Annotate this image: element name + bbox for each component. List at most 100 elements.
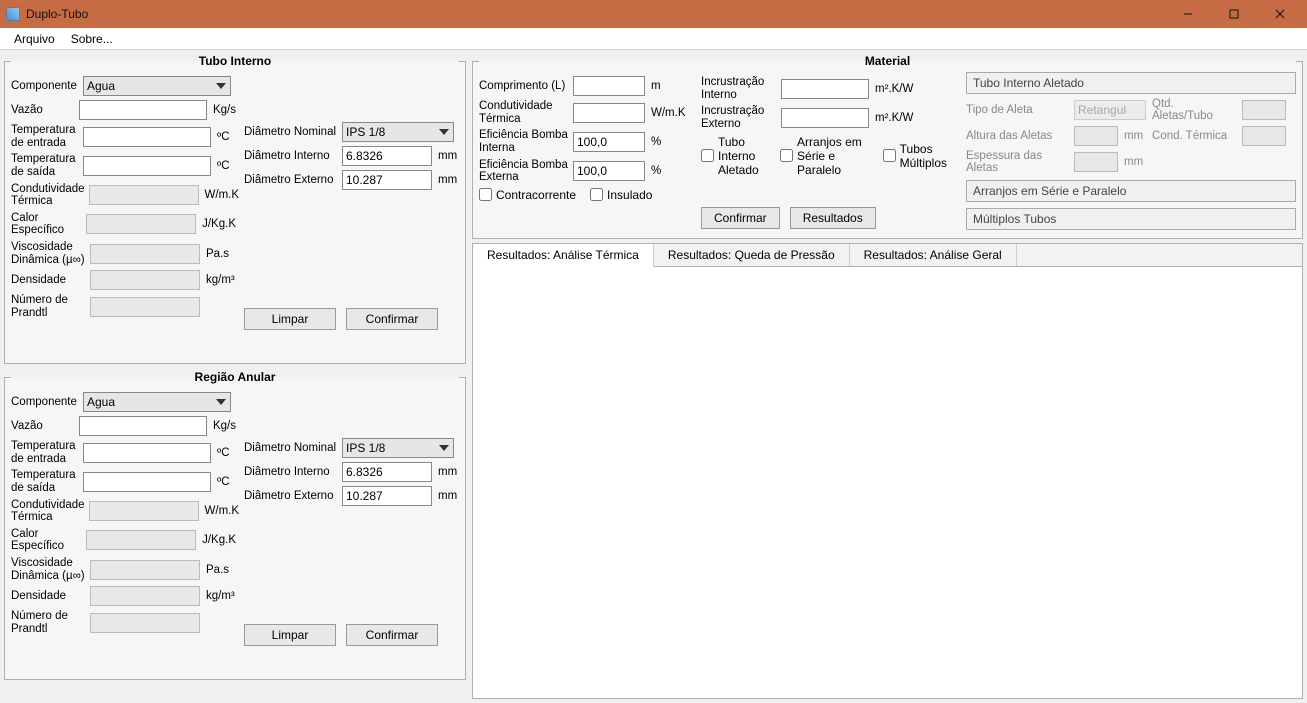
fieldset-regiao-anular: Região Anular Componente Agua Vazão Kg/s… (4, 370, 466, 680)
window-title: Duplo-Tubo (26, 7, 1165, 21)
ra-temp-saida-label: Temperatura de saída (11, 469, 79, 494)
mat-incr-ext-input[interactable] (781, 108, 869, 128)
chk-arranjos[interactable]: Arranjos em Série e Paralelo (780, 135, 875, 177)
mat-cond-term-label: Condutividade Térmica (479, 100, 569, 125)
tab-queda-pressao[interactable]: Resultados: Queda de Pressão (654, 244, 850, 266)
chk-tubos-mult[interactable]: Tubos Múltiplos (883, 142, 947, 170)
ti-prandtl-input (90, 297, 200, 317)
ti-dens-unit: kg/m³ (206, 274, 235, 286)
ra-diam-ext-unit: mm (438, 490, 457, 502)
ti-diam-nom-label: Diâmetro Nominal (244, 126, 338, 139)
mat-incr-ext-unit: m².K/W (875, 112, 913, 124)
ra-dens-input (90, 586, 200, 606)
ti-vazao-input[interactable] (79, 100, 207, 120)
ti-calor-esp-unit: J/Kg.K (202, 218, 236, 230)
ti-confirmar-button[interactable]: Confirmar (346, 308, 438, 330)
fin-tipo-label: Tipo de Aleta (966, 104, 1068, 116)
ra-visc-din-unit: Pa.s (206, 564, 229, 576)
ti-vazao-unit: Kg/s (213, 104, 236, 116)
menubar: Arquivo Sobre... (0, 28, 1307, 50)
ti-diam-int-label: Diâmetro Interno (244, 150, 338, 163)
chk-insulado[interactable]: Insulado (590, 188, 652, 202)
ti-visc-din-input (90, 244, 200, 264)
tab-analise-termica[interactable]: Resultados: Análise Térmica (473, 244, 654, 267)
mat-resultados-button[interactable]: Resultados (790, 207, 876, 229)
window-titlebar: Duplo-Tubo (0, 0, 1307, 28)
ti-visc-din-label: Viscosidade Dinâmica (µ∞) (11, 241, 86, 266)
ra-diam-int-label: Diâmetro Interno (244, 466, 338, 479)
ra-dens-label: Densidade (11, 590, 86, 603)
menu-arquivo[interactable]: Arquivo (6, 30, 63, 48)
mat-incr-int-input[interactable] (781, 79, 869, 99)
mat-cond-term-unit: W/m.K (651, 107, 686, 119)
ti-visc-din-unit: Pa.s (206, 248, 229, 260)
fieldset-tubo-interno: Tubo Interno Componente Agua Vazão Kg/s … (4, 54, 466, 364)
fin-altura-unit: mm (1124, 130, 1146, 142)
mat-confirmar-button[interactable]: Confirmar (701, 207, 780, 229)
ra-cond-term-unit: W/m.K (205, 505, 240, 517)
menu-sobre[interactable]: Sobre... (63, 30, 121, 48)
box-arranjos: Arranjos em Série e Paralelo (966, 180, 1296, 202)
tab-analise-geral[interactable]: Resultados: Análise Geral (850, 244, 1017, 266)
chk-contracorrente[interactable]: Contracorrente (479, 188, 576, 202)
ra-diam-int-unit: mm (438, 466, 457, 478)
ra-componente-select[interactable]: Agua (83, 392, 231, 412)
mat-comprimento-input[interactable] (573, 76, 645, 96)
ti-diam-ext-unit: mm (438, 174, 457, 186)
legend-regiao-anular: Região Anular (11, 370, 459, 384)
ti-vazao-label: Vazão (11, 104, 75, 117)
ti-dens-label: Densidade (11, 274, 86, 287)
box-tubo-aletado: Tubo Interno Aletado (966, 72, 1296, 94)
ra-limpar-button[interactable]: Limpar (244, 624, 336, 646)
mat-ef-bomba-int-label: Eficiência Bomba Interna (479, 129, 569, 154)
mat-ef-bomba-ext-label: Eficiência Bomba Externa (479, 159, 569, 184)
ti-cond-term-input (89, 185, 199, 205)
ra-visc-din-label: Viscosidade Dinâmica (µ∞) (11, 557, 86, 582)
ra-temp-saida-unit: ºC (217, 476, 230, 488)
app-icon (6, 7, 20, 21)
ra-visc-din-input (90, 560, 200, 580)
ra-vazao-input[interactable] (79, 416, 207, 436)
ra-temp-saida-input[interactable] (83, 472, 211, 492)
mat-ef-bomba-int-input[interactable] (573, 132, 645, 152)
ti-temp-entrada-input[interactable] (83, 127, 211, 147)
minimize-button[interactable] (1165, 0, 1211, 28)
ra-prandtl-input (90, 613, 200, 633)
ti-diam-ext-input[interactable] (342, 170, 432, 190)
ti-dens-input (90, 270, 200, 290)
ti-temp-saida-input[interactable] (83, 156, 211, 176)
ra-calor-esp-input (86, 530, 196, 550)
ti-componente-select[interactable]: Agua (83, 76, 231, 96)
ra-diam-nom-select[interactable]: IPS 1/8 (342, 438, 454, 458)
close-button[interactable] (1257, 0, 1303, 28)
ra-diam-ext-input[interactable] (342, 486, 432, 506)
ra-componente-label: Componente (11, 396, 79, 409)
maximize-button[interactable] (1211, 0, 1257, 28)
ra-calor-esp-label: Calor Específico (11, 528, 82, 553)
ti-limpar-button[interactable]: Limpar (244, 308, 336, 330)
ti-prandtl-label: Número de Prandtl (11, 294, 86, 319)
ti-cond-term-label: Condutividade Térmica (11, 183, 85, 208)
legend-material: Material (479, 54, 1296, 68)
ra-temp-entrada-input[interactable] (83, 443, 211, 463)
ti-temp-entrada-label: Temperatura de entrada (11, 124, 79, 149)
ra-prandtl-label: Número de Prandtl (11, 610, 86, 635)
ra-confirmar-button[interactable]: Confirmar (346, 624, 438, 646)
ti-cond-term-unit: W/m.K (205, 189, 240, 201)
ti-calor-esp-label: Calor Específico (11, 212, 82, 237)
chk-tubo-aletado[interactable]: Tubo Interno Aletado (701, 135, 772, 177)
ra-calor-esp-unit: J/Kg.K (202, 534, 236, 546)
ti-diam-int-unit: mm (438, 150, 457, 162)
ti-diam-int-input[interactable] (342, 146, 432, 166)
ra-temp-entrada-label: Temperatura de entrada (11, 440, 79, 465)
mat-ef-bomba-ext-input[interactable] (573, 161, 645, 181)
ra-cond-term-input (89, 501, 199, 521)
ti-temp-saida-label: Temperatura de saída (11, 153, 79, 178)
tab-content (473, 267, 1302, 698)
results-tabs: Resultados: Análise Térmica Resultados: … (472, 243, 1303, 699)
ti-diam-nom-select[interactable]: IPS 1/8 (342, 122, 454, 142)
ra-diam-ext-label: Diâmetro Externo (244, 490, 338, 503)
fin-esp-input (1074, 152, 1118, 172)
ra-diam-int-input[interactable] (342, 462, 432, 482)
mat-cond-term-input[interactable] (573, 103, 645, 123)
